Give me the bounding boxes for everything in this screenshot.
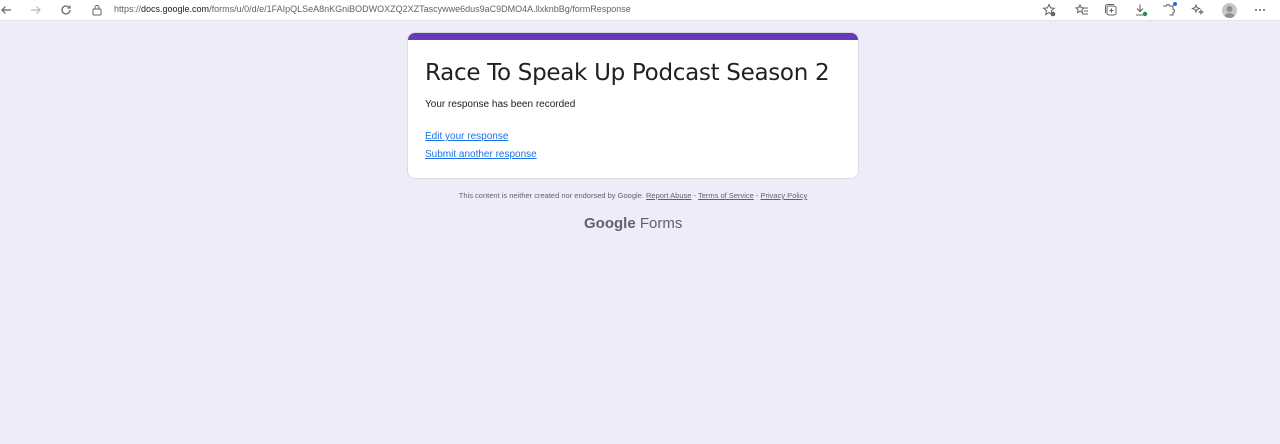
collections-icon[interactable]	[1103, 2, 1119, 18]
privacy-policy-link[interactable]: Privacy Policy	[761, 191, 808, 200]
downloads-icon[interactable]	[1133, 2, 1149, 18]
edit-response-link[interactable]: Edit your response	[425, 131, 508, 142]
confirmation-message: Your response has been recorded	[425, 99, 576, 110]
forward-arrow-icon[interactable]	[26, 0, 46, 20]
google-forms-logo[interactable]: Google Forms	[584, 215, 682, 232]
notification-dot	[1173, 2, 1177, 6]
favorite-add-icon[interactable]	[1041, 2, 1057, 18]
card-accent-bar	[408, 33, 858, 40]
profile-avatar[interactable]	[1222, 3, 1237, 18]
form-title: Race To Speak Up Podcast Season 2	[425, 60, 830, 86]
footer-separator: -	[753, 191, 761, 200]
submit-another-response-link[interactable]: Submit another response	[425, 149, 537, 160]
brand-forms: Forms	[639, 215, 683, 232]
lock-icon[interactable]	[91, 3, 105, 17]
terms-of-service-link[interactable]: Terms of Service	[698, 191, 754, 200]
disclaimer-text: This content is neither created nor endo…	[458, 191, 644, 200]
brand-google: Google	[584, 215, 636, 232]
url-path: /forms/u/0/d/e/1FAIpQLSeA8nKGniBODWOXZQ2…	[209, 4, 631, 14]
favorites-icon[interactable]	[1074, 2, 1090, 18]
footer-disclaimer: This content is neither created nor endo…	[0, 191, 1266, 200]
report-abuse-link[interactable]: Report Abuse	[646, 191, 691, 200]
address-bar[interactable]: https://docs.google.com/forms/u/0/d/e/1F…	[114, 4, 631, 14]
url-host: docs.google.com	[141, 4, 210, 14]
extensions-icon[interactable]	[1160, 2, 1177, 18]
confirmation-card: Race To Speak Up Podcast Season 2 Your r…	[407, 32, 859, 179]
back-arrow-icon[interactable]	[0, 0, 14, 20]
more-options-icon[interactable]	[1252, 2, 1268, 18]
copilot-icon[interactable]	[1190, 2, 1206, 18]
browser-toolbar: https://docs.google.com/forms/u/0/d/e/1F…	[0, 0, 1280, 21]
reload-icon[interactable]	[56, 0, 76, 20]
url-prefix: https://	[114, 4, 142, 14]
